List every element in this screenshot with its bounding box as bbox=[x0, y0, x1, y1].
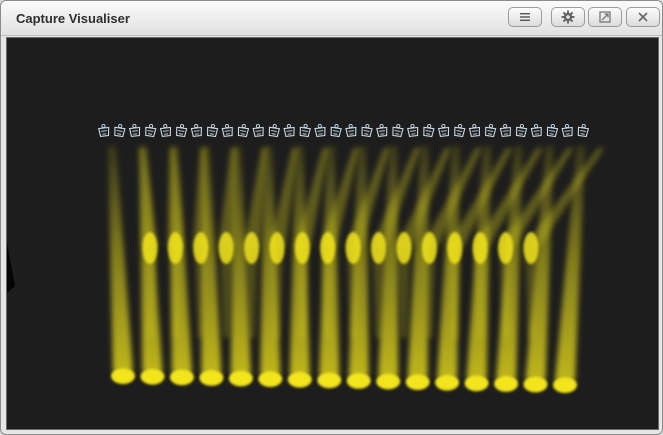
fixtures-layer bbox=[98, 123, 590, 138]
light-beam bbox=[407, 146, 429, 378]
floor-spot bbox=[435, 374, 460, 391]
settings-button[interactable] bbox=[551, 7, 585, 27]
fixture-icon bbox=[392, 123, 404, 138]
mid-spot bbox=[142, 232, 158, 264]
fixture-icon bbox=[221, 123, 233, 137]
floor-spot bbox=[287, 371, 312, 388]
fixture-icon bbox=[114, 123, 126, 138]
gear-icon bbox=[561, 10, 575, 24]
fixture-icon bbox=[515, 123, 528, 138]
mid-spot bbox=[294, 232, 310, 264]
fixture-icon bbox=[376, 123, 388, 137]
mid-spots-layer bbox=[142, 232, 539, 264]
capture-visualiser-window: Capture Visualiser bbox=[0, 0, 663, 435]
mid-spot bbox=[167, 232, 183, 264]
floor-spot bbox=[523, 376, 548, 393]
window-title: Capture Visualiser bbox=[16, 11, 130, 26]
light-beam bbox=[555, 146, 585, 381]
light-beam bbox=[108, 146, 133, 372]
menu-icon bbox=[520, 13, 530, 21]
restore-icon bbox=[599, 11, 611, 23]
fixture-icon bbox=[577, 123, 590, 138]
close-icon bbox=[638, 12, 648, 22]
title-bar: Capture Visualiser bbox=[1, 1, 662, 36]
floor-spot bbox=[258, 371, 283, 387]
fixture-icon bbox=[98, 123, 110, 137]
fixture-icon bbox=[237, 123, 250, 138]
fixture-icon bbox=[128, 123, 141, 137]
fixture-icon bbox=[468, 123, 481, 137]
fixture-icon bbox=[437, 123, 450, 137]
floor-spot bbox=[376, 373, 401, 390]
fixture-icon bbox=[283, 123, 295, 137]
floor-spot bbox=[553, 377, 577, 393]
mid-spot bbox=[498, 232, 514, 264]
floor-spot bbox=[405, 374, 430, 390]
fixture-icon bbox=[345, 123, 357, 137]
fixture-icon bbox=[454, 123, 466, 138]
close-button[interactable] bbox=[626, 7, 660, 27]
floor-spot bbox=[111, 368, 135, 384]
mid-spot bbox=[396, 232, 412, 264]
restore-button[interactable] bbox=[588, 7, 622, 27]
fixture-icon bbox=[314, 123, 326, 137]
light-beam bbox=[496, 146, 523, 380]
mid-spot bbox=[244, 232, 260, 264]
fixture-icon bbox=[361, 123, 373, 138]
fixture-icon bbox=[268, 123, 281, 138]
fixture-icon bbox=[407, 123, 419, 137]
floor-spot bbox=[199, 369, 224, 386]
mid-spot bbox=[218, 232, 234, 264]
mid-spot bbox=[269, 232, 285, 264]
fixture-icon bbox=[530, 123, 542, 137]
fixture-icon bbox=[159, 123, 172, 137]
fixture-icon bbox=[561, 123, 573, 137]
fixture-icon bbox=[423, 123, 435, 138]
fixture-icon bbox=[206, 123, 219, 138]
floor-spot bbox=[140, 368, 165, 385]
left-edge-shadow bbox=[7, 243, 15, 293]
floor-spot bbox=[464, 375, 489, 392]
floor-spot bbox=[346, 372, 371, 389]
mid-spot bbox=[320, 232, 336, 264]
mid-spot bbox=[447, 232, 463, 264]
fixture-icon bbox=[499, 123, 511, 137]
fixture-icon bbox=[485, 123, 497, 138]
floor-spot bbox=[494, 375, 519, 392]
mid-spot bbox=[345, 232, 361, 264]
floor-spot bbox=[228, 370, 253, 387]
fixture-icon bbox=[252, 123, 264, 137]
menu-button[interactable] bbox=[508, 7, 542, 27]
fixture-icon bbox=[190, 123, 202, 137]
visualiser-viewport[interactable] bbox=[6, 37, 659, 430]
mid-spot bbox=[193, 232, 209, 264]
mid-spot bbox=[421, 232, 437, 264]
fixture-icon bbox=[176, 123, 188, 138]
fixture-icon bbox=[145, 123, 157, 138]
fixture-icon bbox=[330, 123, 342, 138]
floor-spot bbox=[169, 369, 194, 386]
mid-spot bbox=[371, 232, 387, 264]
mid-spot bbox=[523, 232, 539, 264]
fixture-icon bbox=[299, 123, 311, 138]
mid-spot bbox=[472, 232, 488, 264]
stage-render bbox=[7, 123, 604, 393]
fixture-icon bbox=[546, 123, 559, 138]
floor-spot bbox=[317, 372, 342, 389]
